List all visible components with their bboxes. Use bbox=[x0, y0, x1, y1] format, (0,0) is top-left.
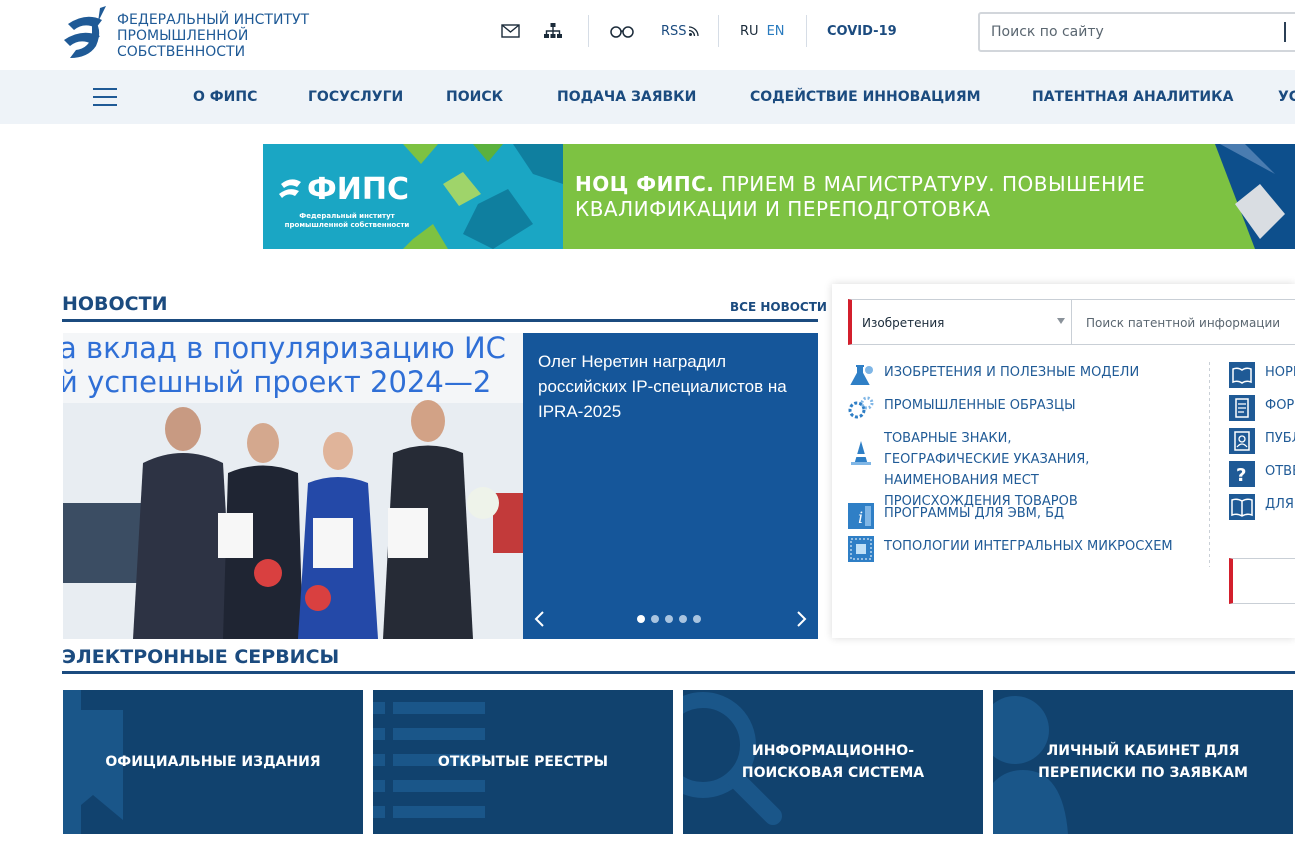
tile-personal-account[interactable]: ЛИЧНЫЙ КАБИНЕТ ДЛЯ ПЕРЕПИСКИ ПО ЗАЯВКАМ bbox=[993, 690, 1293, 834]
tile-label: ИНФОРМАЦИОННО-ПОИСКОВАЯ СИСТЕМА bbox=[741, 743, 925, 781]
svg-text:?: ? bbox=[1236, 465, 1246, 486]
rss-link[interactable]: RSS bbox=[661, 20, 699, 42]
rss-label: RSS bbox=[661, 23, 687, 39]
right-item-label: ОТВЕ bbox=[1265, 464, 1295, 479]
tile-search-system[interactable]: ИНФОРМАЦИОННО-ПОИСКОВАЯ СИСТЕМА bbox=[683, 690, 983, 834]
header-divider bbox=[718, 15, 719, 47]
category-topologies[interactable]: ТОПОЛОГИИ ИНТЕГРАЛЬНЫХ МИКРОСХЕМ bbox=[848, 536, 1173, 562]
right-item-answers[interactable]: ? ОТВЕ bbox=[1229, 461, 1295, 487]
header-divider bbox=[806, 15, 807, 47]
nav-item-search[interactable]: ПОИСК bbox=[446, 89, 503, 105]
category-label: ПРОГРАММЫ ДЛЯ ЭВМ, БД bbox=[884, 506, 1065, 521]
carousel-dot[interactable] bbox=[665, 615, 673, 623]
category-designs[interactable]: ПРОМЫШЛЕННЫЕ ОБРАЗЦЫ bbox=[848, 395, 1076, 421]
banner-fips-logo: ФИПС Федеральный институт промышленной с… bbox=[277, 172, 417, 229]
covid-link[interactable]: COVID-19 bbox=[827, 20, 897, 42]
sitemap-icon[interactable] bbox=[544, 20, 562, 42]
right-item-for[interactable]: ДЛЯ bbox=[1229, 494, 1294, 520]
category-label: ИЗОБРЕТЕНИЯ И ПОЛЕЗНЫЕ МОДЕЛИ bbox=[884, 365, 1140, 380]
patent-search-panel: Изобретения Поиск патентной информации И… bbox=[832, 284, 1295, 638]
right-item-label: ПУБЛ bbox=[1265, 431, 1295, 446]
chevron-down-icon bbox=[1057, 318, 1065, 324]
tile-label: ОФИЦИАЛЬНЫЕ ИЗДАНИЯ bbox=[105, 754, 321, 770]
category-software[interactable]: i ПРОГРАММЫ ДЛЯ ЭВМ, БД bbox=[848, 503, 1064, 529]
right-item-label: НОРМ bbox=[1265, 365, 1295, 380]
category-inventions[interactable]: ИЗОБРЕТЕНИЯ И ПОЛЕЗНЫЕ МОДЕЛИ bbox=[848, 362, 1139, 388]
category-label: ТОВАРНЫЕ ЗНАКИ, ГЕОГРАФИЧЕСКИЕ УКАЗАНИЯ,… bbox=[884, 431, 1090, 509]
nav-item-analytics[interactable]: ПАТЕНТНАЯ АНАЛИТИКА bbox=[1032, 89, 1233, 105]
nav-item-services[interactable]: ГОСУСЛУГИ bbox=[308, 89, 403, 105]
tile-label: ЛИЧНЫЙ КАБИНЕТ ДЛЯ ПЕРЕПИСКИ ПО ЗАЯВКАМ bbox=[1038, 743, 1248, 781]
right-item-norms[interactable]: НОРМ bbox=[1229, 362, 1295, 388]
tile-label: ОТКРЫТЫЕ РЕЕСТРЫ bbox=[437, 754, 609, 770]
open-book-icon bbox=[1229, 494, 1255, 520]
glasses-icon[interactable] bbox=[610, 20, 634, 42]
services-divider bbox=[62, 671, 1295, 674]
news-section-title: НОВОСТИ bbox=[62, 293, 168, 315]
banner-text-bold: НОЦ ФИПС. bbox=[575, 172, 715, 196]
lang-ru-link[interactable]: RU bbox=[740, 24, 759, 39]
carousel-dot[interactable] bbox=[651, 615, 659, 623]
carousel-dot[interactable] bbox=[637, 615, 645, 623]
header-divider bbox=[588, 15, 589, 47]
banner-logo-title: ФИПС bbox=[307, 172, 409, 207]
search-cursor bbox=[1284, 22, 1286, 42]
nav-item-about[interactable]: О ФИПС bbox=[193, 89, 257, 105]
news-card[interactable]: Олег Неретин наградил российских IP-спец… bbox=[523, 333, 818, 639]
site-search bbox=[978, 12, 1295, 52]
patent-type-select[interactable]: Изобретения bbox=[848, 299, 1072, 345]
promo-banner[interactable]: ФИПС Федеральный институт промышленной с… bbox=[263, 144, 1295, 249]
patent-search-input[interactable]: Поиск патентной информации bbox=[1071, 299, 1295, 345]
banner-logo-subtitle: Федеральный институт промышленной собств… bbox=[284, 212, 410, 229]
lang-en-link[interactable]: EN bbox=[767, 24, 785, 39]
logo-text[interactable]: ФЕДЕРАЛЬНЫЙ ИНСТИТУТ ПРОМЫШЛЕННОЙ СОБСТВ… bbox=[117, 12, 327, 60]
news-photo-caption: а вклад в популяризацию ИС й успешный пр… bbox=[63, 333, 506, 399]
tile-official-publications[interactable]: ОФИЦИАЛЬНЫЕ ИЗДАНИЯ bbox=[63, 690, 363, 834]
panel-divider bbox=[1209, 362, 1210, 567]
right-item-forms[interactable]: ФОРМ bbox=[1229, 395, 1295, 421]
gears-icon bbox=[848, 396, 874, 419]
banner-text: НОЦ ФИПС. ПРИЕМ В МАГИСТРАТУРУ. ПОВЫШЕНИ… bbox=[575, 172, 1295, 222]
main-nav: О ФИПС ГОСУСЛУГИ ПОИСК ПОДАЧА ЗАЯВКИ СОД… bbox=[0, 70, 1295, 124]
info-icon: i bbox=[848, 503, 874, 529]
patent-type-value: Изобретения bbox=[862, 316, 945, 330]
lab-flask-icon bbox=[848, 362, 874, 388]
carousel-dots bbox=[637, 615, 701, 623]
book-icon bbox=[1229, 362, 1255, 388]
nav-item-innovation[interactable]: СОДЕЙСТВИЕ ИННОВАЦИЯМ bbox=[750, 89, 981, 105]
nav-item-application[interactable]: ПОДАЧА ЗАЯВКИ bbox=[557, 89, 696, 105]
right-item-label: ФОРМ bbox=[1265, 398, 1295, 413]
chip-icon bbox=[848, 536, 874, 562]
all-news-link[interactable]: ВСЕ НОВОСТИ bbox=[730, 300, 827, 314]
carousel-dot[interactable] bbox=[679, 615, 687, 623]
tower-icon bbox=[851, 441, 871, 465]
carousel-dot[interactable] bbox=[693, 615, 701, 623]
right-item-publications[interactable]: ПУБЛ bbox=[1229, 428, 1295, 454]
news-card-title[interactable]: Олег Неретин наградил российских IP-спец… bbox=[538, 349, 803, 424]
site-search-input[interactable] bbox=[980, 24, 1270, 40]
category-label: ПРОМЫШЛЕННЫЕ ОБРАЗЦЫ bbox=[884, 398, 1076, 413]
user-card-icon bbox=[1229, 428, 1255, 454]
tile-open-registers[interactable]: ОТКРЫТЫЕ РЕЕСТРЫ bbox=[373, 690, 673, 834]
right-item-label: ДЛЯ bbox=[1265, 497, 1294, 512]
carousel-prev-icon[interactable] bbox=[533, 609, 547, 627]
services-section-title: ЭЛЕКТРОННЫЕ СЕРВИСЫ bbox=[62, 646, 340, 668]
site-header: ФЕДЕРАЛЬНЫЙ ИНСТИТУТ ПРОМЫШЛЕННОЙ СОБСТВ… bbox=[0, 0, 1295, 70]
fips-logo-icon[interactable] bbox=[62, 6, 110, 62]
carousel-next-icon[interactable] bbox=[796, 609, 810, 627]
panel-action-button[interactable] bbox=[1229, 558, 1295, 604]
svg-text:i: i bbox=[858, 508, 863, 527]
mail-icon[interactable] bbox=[501, 20, 520, 42]
category-label: ТОПОЛОГИИ ИНТЕГРАЛЬНЫХ МИКРОСХЕМ bbox=[884, 539, 1173, 554]
news-divider bbox=[62, 319, 818, 322]
nav-item-more[interactable]: УС bbox=[1278, 89, 1295, 105]
news-photo[interactable]: а вклад в популяризацию ИС й успешный пр… bbox=[63, 333, 523, 639]
question-icon: ? bbox=[1229, 461, 1255, 487]
menu-burger-icon[interactable] bbox=[93, 88, 117, 106]
rss-icon bbox=[688, 26, 699, 36]
category-trademarks[interactable]: ТОВАРНЫЕ ЗНАКИ, ГЕОГРАФИЧЕСКИЕ УКАЗАНИЯ,… bbox=[848, 428, 1124, 512]
document-icon bbox=[1229, 395, 1255, 421]
